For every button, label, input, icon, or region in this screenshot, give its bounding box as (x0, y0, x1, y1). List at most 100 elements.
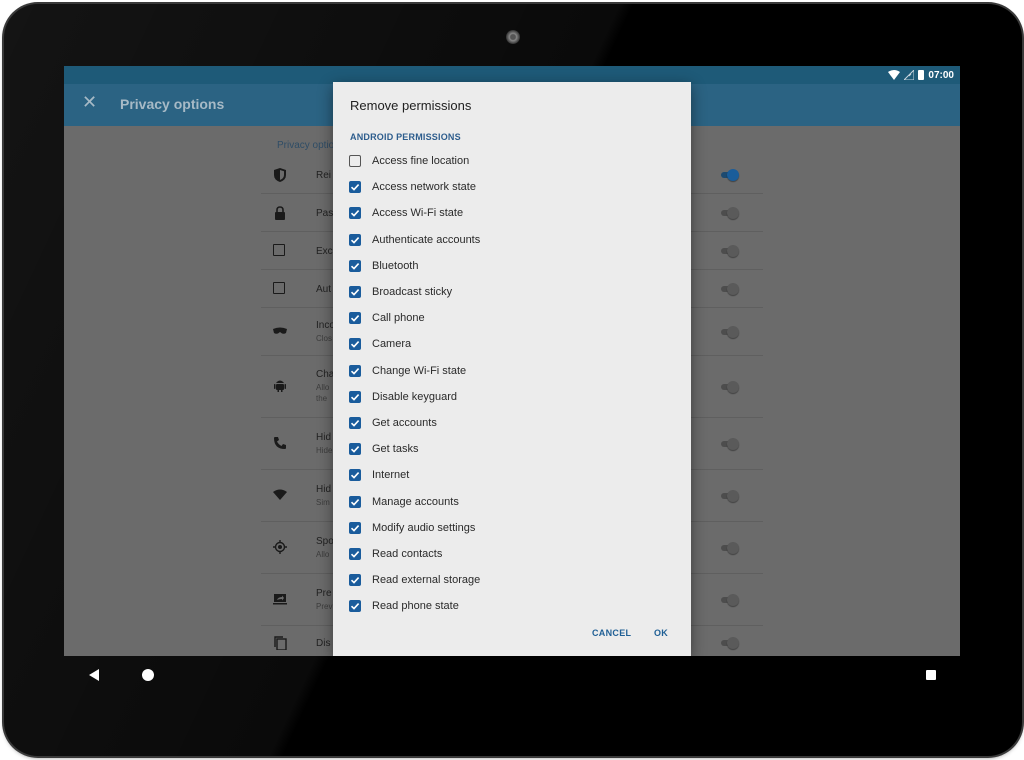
checkbox-checked[interactable] (349, 495, 361, 508)
checkbox-icon (273, 282, 285, 294)
cancel-button[interactable]: CANCEL (592, 628, 631, 638)
checkbox-unchecked[interactable] (349, 155, 361, 167)
checkbox-checked[interactable] (349, 390, 361, 403)
checkmark-icon (350, 524, 360, 532)
home-icon[interactable] (142, 669, 154, 681)
toggle-switch[interactable] (719, 380, 741, 394)
toggle-switch[interactable] (719, 636, 741, 650)
list-item-title: Rei (316, 170, 332, 181)
checkmark-icon (350, 315, 360, 322)
section-title: Privacy optio (277, 140, 335, 151)
screen: 07:00 ✕ Privacy options Privacy optio Re… (64, 66, 960, 656)
list-item-subtitle: Clos (316, 334, 333, 343)
status-icons: 07:00 (888, 68, 954, 82)
permissions-list[interactable]: Access fine location Access network state… (333, 148, 691, 612)
permission-row[interactable]: Access network state (333, 174, 691, 200)
permission-label: Get tasks (372, 443, 419, 456)
front-camera (506, 30, 520, 44)
permission-row[interactable]: Get accounts (333, 410, 691, 436)
permission-label: Camera (372, 338, 412, 351)
permission-row[interactable]: Read external storage (333, 567, 691, 593)
list-item-title: Aut (316, 284, 332, 295)
recents-icon[interactable] (926, 670, 936, 680)
wifi-icon (888, 70, 901, 80)
permission-row[interactable]: Modify audio settings (333, 515, 691, 541)
toggle-switch[interactable] (719, 489, 741, 503)
lock-icon (275, 206, 285, 220)
permission-row[interactable]: Access fine location (333, 148, 691, 174)
checkbox-checked[interactable] (349, 521, 361, 534)
checkbox-checked[interactable] (349, 338, 361, 351)
checkmark-icon (350, 341, 360, 349)
checkbox-checked[interactable] (349, 417, 361, 429)
permission-label: Change Wi-Fi state (372, 364, 467, 377)
phone-icon (274, 437, 286, 449)
list-item-title: Hid (316, 484, 332, 495)
permission-row[interactable]: Get tasks (333, 436, 691, 462)
list-item-title: Dis (316, 638, 331, 649)
checkmark-icon (350, 498, 360, 506)
checkmark-icon (350, 577, 360, 584)
checkbox-icon (273, 244, 285, 256)
permission-row[interactable]: Read contacts (333, 541, 691, 567)
list-item-title: Exc (316, 246, 333, 257)
permission-label: Get accounts (372, 417, 437, 429)
checkbox-checked[interactable] (349, 600, 361, 612)
close-icon[interactable]: ✕ (82, 93, 98, 111)
remove-permissions-dialog: Remove permissions ANDROID PERMISSIONS A… (333, 82, 691, 656)
checkbox-checked[interactable] (349, 364, 361, 377)
toggle-switch[interactable] (719, 206, 741, 220)
permission-row[interactable]: Disable keyguard (333, 384, 691, 410)
list-item-title: Spo (316, 536, 334, 547)
toggle-switch[interactable] (719, 168, 741, 182)
permission-label: Authenticate accounts (372, 233, 481, 246)
checkbox-checked[interactable] (349, 312, 361, 325)
permission-label: Read contacts (372, 548, 443, 560)
permission-label: Manage accounts (372, 495, 459, 508)
permission-label: Access network state (372, 181, 476, 194)
checkbox-checked[interactable] (349, 548, 361, 560)
list-item-subtitle: Prev (316, 602, 333, 611)
toggle-switch[interactable] (719, 325, 741, 339)
permission-row[interactable]: Broadcast sticky (333, 279, 691, 305)
checkmark-icon (350, 210, 360, 218)
permission-row[interactable]: Camera (333, 331, 691, 357)
ok-button[interactable]: OK (654, 628, 668, 638)
list-item-subtitle: Hide (316, 446, 333, 455)
permission-row[interactable]: Bluetooth (333, 253, 691, 279)
app-bar-title: Privacy options (120, 96, 225, 112)
checkbox-checked[interactable] (349, 207, 361, 220)
checkmark-icon (350, 236, 360, 244)
back-icon[interactable] (88, 669, 100, 681)
permission-row[interactable]: Access Wi-Fi state (333, 200, 691, 226)
toggle-switch[interactable] (719, 541, 741, 555)
checkbox-checked[interactable] (349, 443, 361, 456)
checkmark-icon (350, 472, 360, 480)
checkbox-checked[interactable] (349, 181, 361, 194)
list-item-subtitle: Allo (316, 383, 330, 392)
toggle-switch[interactable] (719, 437, 741, 451)
checkbox-checked[interactable] (349, 469, 361, 482)
checkbox-checked[interactable] (349, 233, 361, 246)
copy-icon (274, 636, 287, 650)
checkmark-icon (350, 446, 360, 453)
android-icon (274, 380, 286, 392)
permission-label: Read external storage (372, 574, 481, 587)
permission-label: Access fine location (372, 155, 470, 167)
checkbox-checked[interactable] (349, 286, 361, 298)
permission-row[interactable]: Change Wi-Fi state (333, 358, 691, 384)
permission-row[interactable]: Internet (333, 462, 691, 488)
checkbox-checked[interactable] (349, 574, 361, 587)
list-item-title: Pre (316, 588, 332, 599)
battery-icon (918, 70, 925, 80)
toggle-switch[interactable] (719, 282, 741, 296)
permission-row[interactable]: Read phone state (333, 593, 691, 612)
permission-row[interactable]: Manage accounts (333, 489, 691, 515)
toggle-switch[interactable] (719, 244, 741, 258)
permission-row[interactable]: Call phone (333, 305, 691, 331)
permission-row[interactable]: Authenticate accounts (333, 227, 691, 253)
shield-icon (274, 168, 286, 182)
permission-label: Modify audio settings (372, 521, 476, 534)
checkbox-checked[interactable] (349, 259, 361, 272)
toggle-switch[interactable] (719, 593, 741, 607)
